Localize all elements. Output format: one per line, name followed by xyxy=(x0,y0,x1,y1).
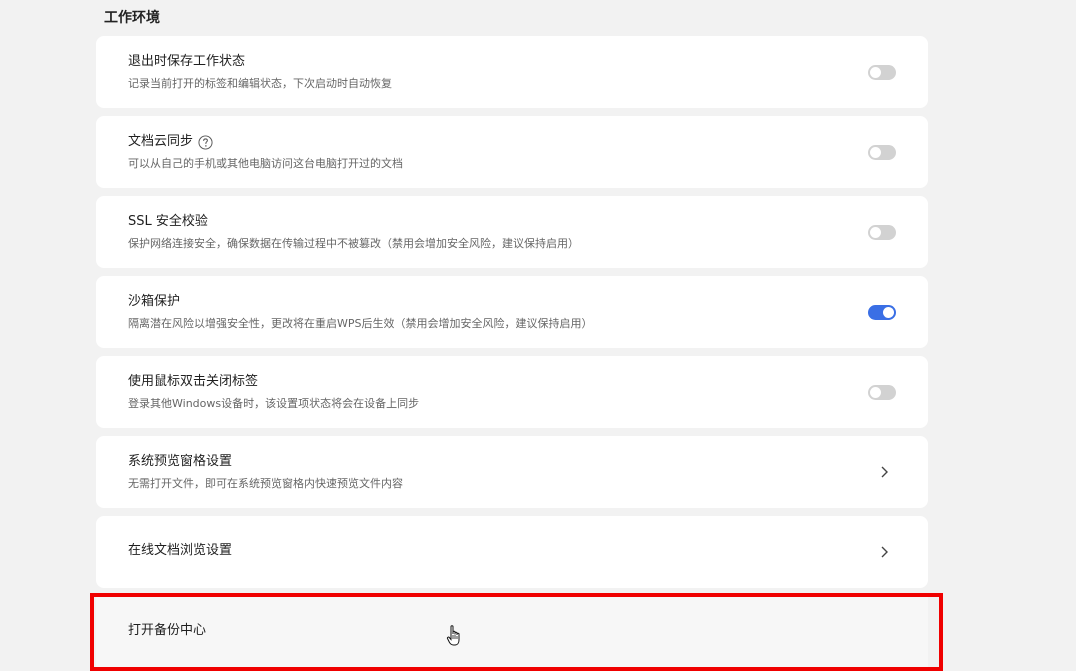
toggle-knob xyxy=(883,307,894,318)
toggle-knob xyxy=(870,227,881,238)
setting-description: 可以从自己的手机或其他电脑访问这台电脑打开过的文档 xyxy=(128,157,403,170)
setting-title: 使用鼠标双击关闭标签 xyxy=(128,374,259,389)
toggle-knob xyxy=(870,387,881,398)
setting-description: 记录当前打开的标签和编辑状态，下次启动时自动恢复 xyxy=(128,77,392,90)
setting-title: 退出时保存工作状态 xyxy=(128,54,246,69)
setting-row-ssl-check[interactable]: SSL 安全校验 保护网络连接安全，确保数据在传输过程中不被篡改（禁用会增加安全… xyxy=(96,196,928,268)
setting-description: 无需打开文件，即可在系统预览窗格内快速预览文件内容 xyxy=(128,477,403,490)
setting-row-online-doc-browse[interactable]: 在线文档浏览设置 xyxy=(96,516,928,588)
section-title: 工作环境 xyxy=(104,10,160,26)
question-circle-icon[interactable] xyxy=(198,134,213,150)
settings-page: 工作环境 退出时保存工作状态 记录当前打开的标签和编辑状态，下次启动时自动恢复 … xyxy=(0,0,1076,671)
toggle-knob xyxy=(870,147,881,158)
setting-description: 隔离潜在风险以增强安全性，更改将在重启WPS后生效（禁用会增加安全风险，建议保持… xyxy=(128,317,593,330)
hand-pointer-icon xyxy=(446,625,460,646)
setting-title: 系统预览窗格设置 xyxy=(128,454,233,469)
setting-title-wrap: 文档云同步 xyxy=(128,133,213,151)
toggle-knob xyxy=(870,67,881,78)
highlight-box xyxy=(90,593,943,671)
setting-row-preview-pane[interactable]: 系统预览窗格设置 无需打开文件，即可在系统预览窗格内快速预览文件内容 xyxy=(96,436,928,508)
setting-title: 文档云同步 xyxy=(128,134,194,149)
setting-title: 在线文档浏览设置 xyxy=(128,543,233,558)
setting-row-sandbox[interactable]: 沙箱保护 隔离潜在风险以增强安全性，更改将在重启WPS后生效（禁用会增加安全风险… xyxy=(96,276,928,348)
save-work-state-toggle[interactable] xyxy=(868,65,896,80)
cloud-sync-toggle[interactable] xyxy=(868,145,896,160)
sandbox-toggle[interactable] xyxy=(868,305,896,320)
setting-description: 登录其他Windows设备时，该设置项状态将会在设备上同步 xyxy=(128,397,420,410)
double-click-close-toggle[interactable] xyxy=(868,385,896,400)
chevron-right-icon[interactable] xyxy=(880,464,890,480)
chevron-right-icon[interactable] xyxy=(880,544,890,560)
ssl-check-toggle[interactable] xyxy=(868,225,896,240)
setting-row-save-work-state[interactable]: 退出时保存工作状态 记录当前打开的标签和编辑状态，下次启动时自动恢复 xyxy=(96,36,928,108)
setting-row-double-click-close[interactable]: 使用鼠标双击关闭标签 登录其他Windows设备时，该设置项状态将会在设备上同步 xyxy=(96,356,928,428)
setting-title: 沙箱保护 xyxy=(128,294,181,309)
setting-description: 保护网络连接安全，确保数据在传输过程中不被篡改（禁用会增加安全风险，建议保持启用… xyxy=(128,237,579,250)
setting-row-cloud-sync[interactable]: 文档云同步 可以从自己的手机或其他电脑访问这台电脑打开过的文档 xyxy=(96,116,928,188)
setting-title: SSL 安全校验 xyxy=(128,214,208,229)
